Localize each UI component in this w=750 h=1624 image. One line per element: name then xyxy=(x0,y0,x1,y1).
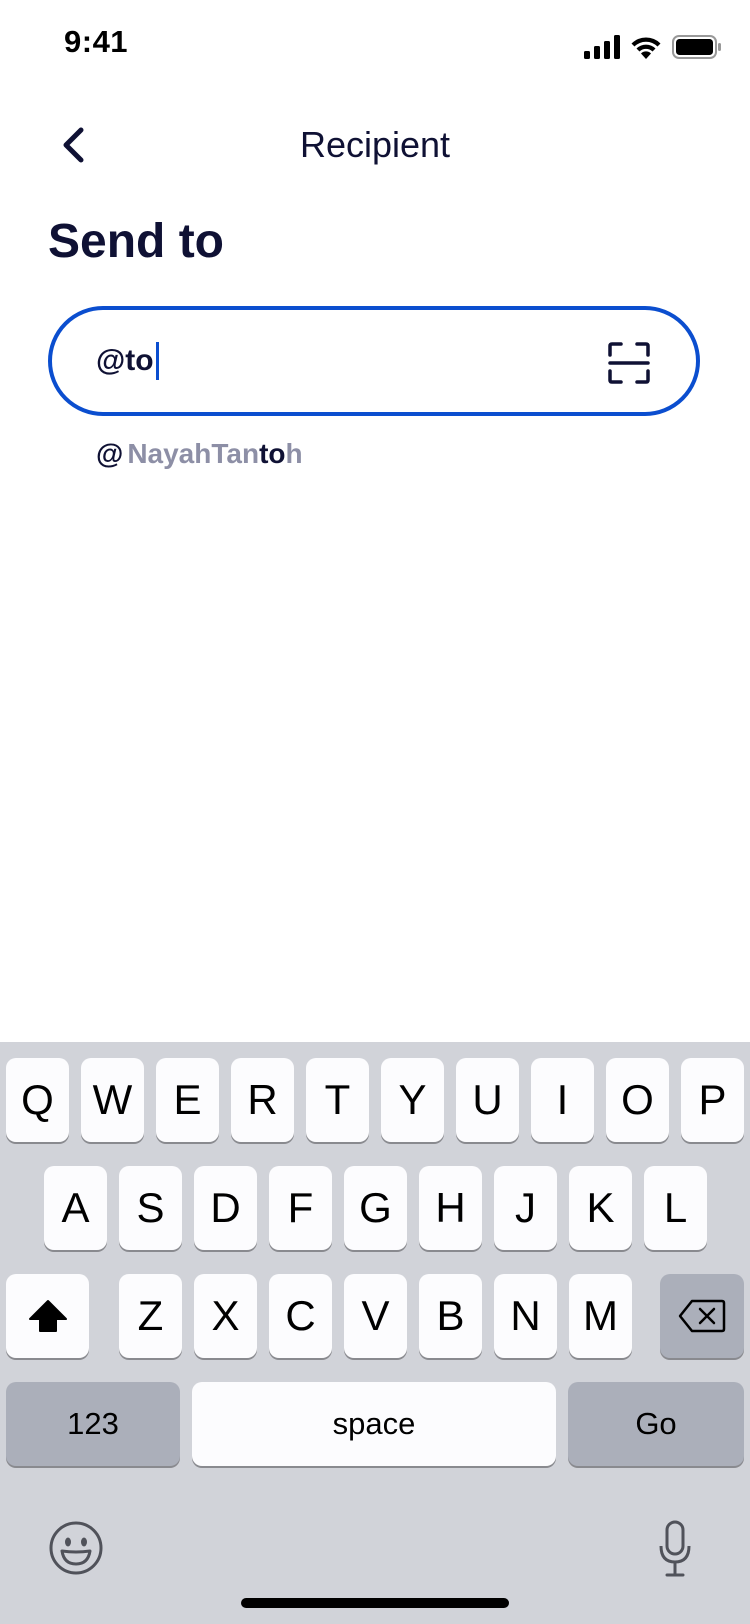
key-f[interactable]: F xyxy=(269,1166,332,1250)
go-key[interactable]: Go xyxy=(568,1382,744,1466)
key-d[interactable]: D xyxy=(194,1166,257,1250)
key-l[interactable]: L xyxy=(644,1166,707,1250)
key-q[interactable]: Q xyxy=(6,1058,69,1142)
numbers-key[interactable]: 123 xyxy=(6,1382,180,1466)
key-x[interactable]: X xyxy=(194,1274,257,1358)
space-key[interactable]: space xyxy=(192,1382,556,1466)
key-z[interactable]: Z xyxy=(119,1274,182,1358)
shift-key[interactable] xyxy=(6,1274,89,1358)
key-n[interactable]: N xyxy=(494,1274,557,1358)
nav-title: Recipient xyxy=(299,124,451,165)
status-time: 9:41 xyxy=(64,24,129,59)
key-k[interactable]: K xyxy=(569,1166,632,1250)
key-o[interactable]: O xyxy=(606,1058,669,1142)
shift-arrow-icon xyxy=(28,1300,67,1332)
nav-header: Recipient xyxy=(0,100,750,190)
delete-key[interactable] xyxy=(660,1274,744,1358)
recipient-search-input[interactable]: @to xyxy=(48,306,700,416)
key-y[interactable]: Y xyxy=(381,1058,444,1142)
keyboard: Q W E R T Y U I O P A S D F G H J K L Z … xyxy=(0,1042,750,1624)
wifi-icon xyxy=(631,37,661,59)
key-u[interactable]: U xyxy=(456,1058,519,1142)
key-i[interactable]: I xyxy=(531,1058,594,1142)
key-r[interactable]: R xyxy=(231,1058,294,1142)
microphone-icon xyxy=(659,1520,691,1577)
key-t[interactable]: T xyxy=(306,1058,369,1142)
suggestion-match: to xyxy=(259,438,286,469)
backspace-icon xyxy=(678,1299,726,1333)
emoji-icon xyxy=(49,1521,103,1575)
recipient-suggestion[interactable]: @ NayahTantoh xyxy=(96,438,303,470)
cellular-signal-icon xyxy=(584,35,620,59)
suggestion-at-sign: @ xyxy=(96,438,124,469)
key-b[interactable]: B xyxy=(419,1274,482,1358)
key-v[interactable]: V xyxy=(344,1274,407,1358)
key-j[interactable]: J xyxy=(494,1166,557,1250)
key-m[interactable]: M xyxy=(569,1274,632,1358)
key-e[interactable]: E xyxy=(156,1058,219,1142)
emoji-button[interactable] xyxy=(48,1520,104,1576)
status-bar: 9:41 xyxy=(0,0,750,92)
recipient-input-value: @to xyxy=(96,342,159,380)
recipient-input-text: @to xyxy=(96,344,154,377)
home-indicator xyxy=(241,1598,509,1608)
status-icons xyxy=(584,32,722,62)
suggestion-suffix: h xyxy=(285,438,303,469)
scan-icon xyxy=(608,342,650,384)
key-s[interactable]: S xyxy=(119,1166,182,1250)
key-p[interactable]: P xyxy=(681,1058,744,1142)
key-h[interactable]: H xyxy=(419,1166,482,1250)
battery-icon xyxy=(672,35,721,59)
key-a[interactable]: A xyxy=(44,1166,107,1250)
dictation-button[interactable] xyxy=(658,1520,692,1578)
key-c[interactable]: C xyxy=(269,1274,332,1358)
key-g[interactable]: G xyxy=(344,1166,407,1250)
page-title: Send to xyxy=(48,215,224,268)
suggestion-prefix: NayahTan xyxy=(127,438,260,469)
key-w[interactable]: W xyxy=(81,1058,144,1142)
text-cursor xyxy=(155,342,159,380)
scan-qr-button[interactable] xyxy=(608,342,650,384)
